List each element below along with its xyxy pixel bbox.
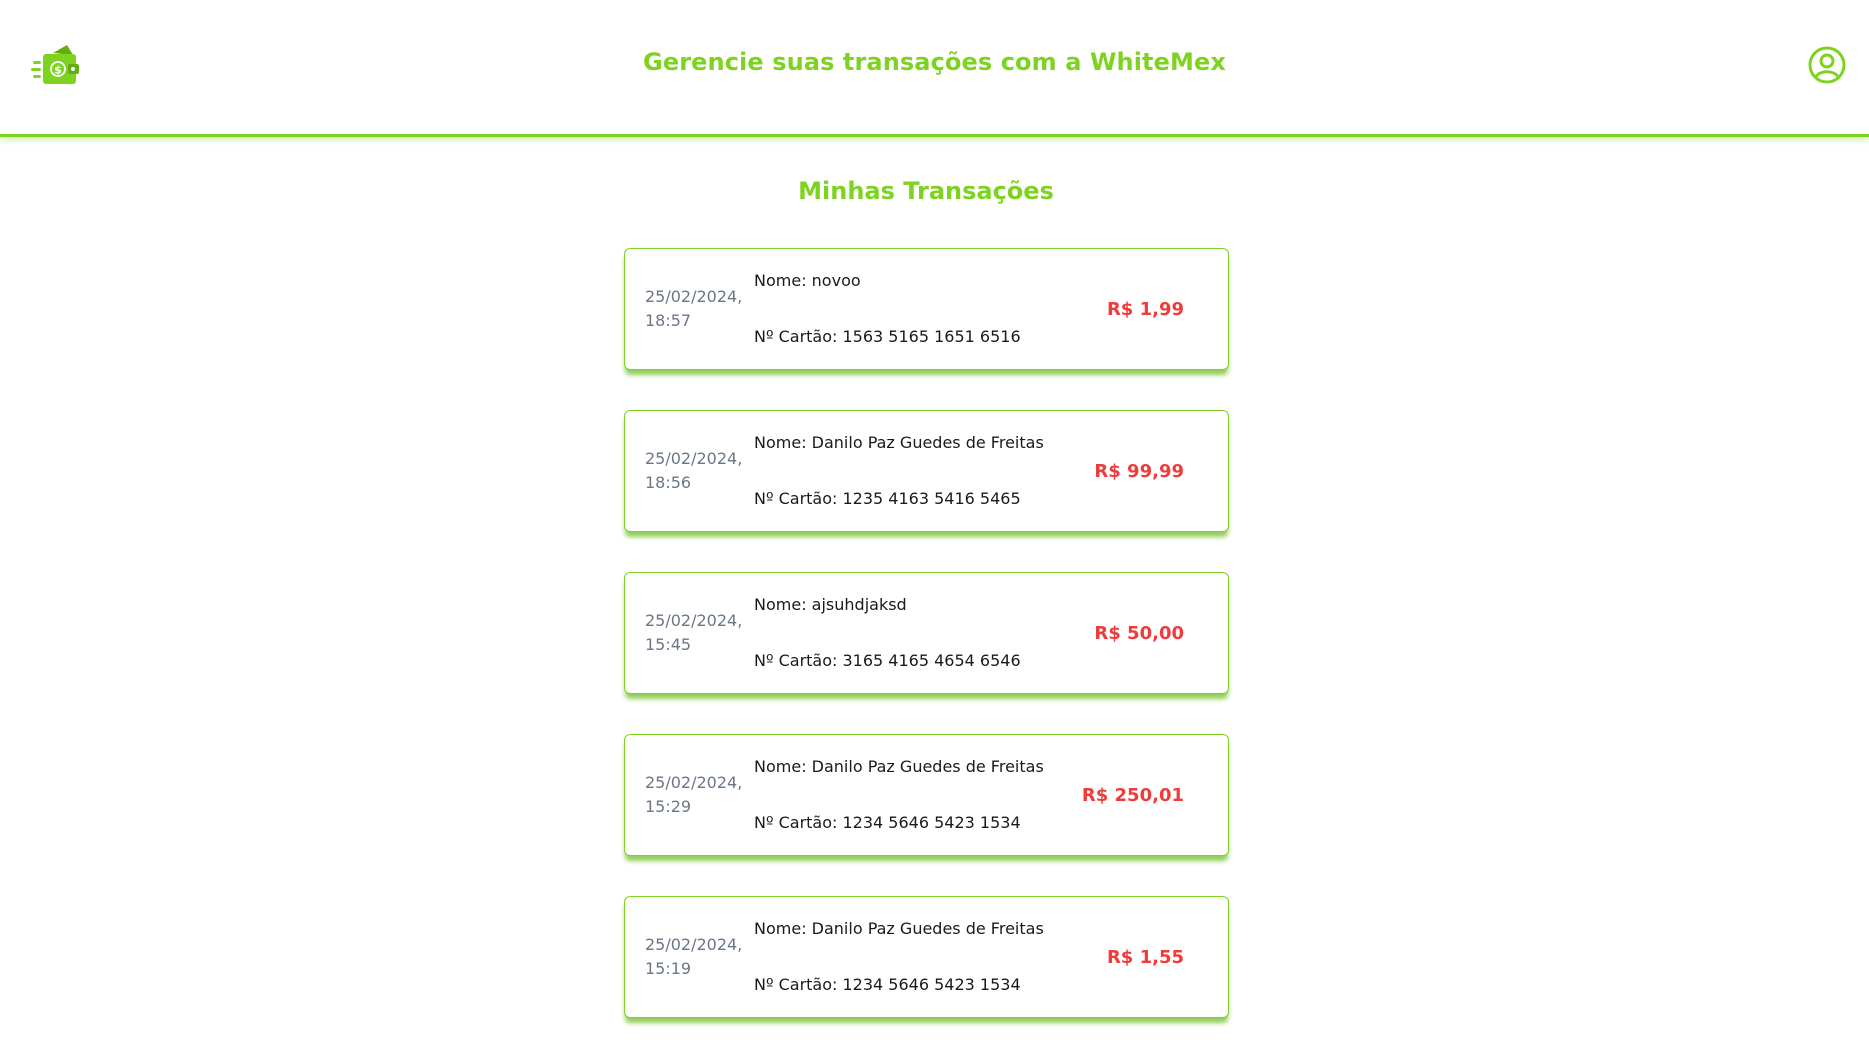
transaction-date: 25/02/2024, 15:29	[645, 771, 745, 819]
transaction-date-day: 25/02/2024,	[645, 935, 743, 954]
transaction-date-day: 25/02/2024,	[645, 287, 743, 306]
transaction-card-number: Nº Cartão: 1234 5646 5423 1534	[754, 975, 1021, 994]
transaction-card-number: Nº Cartão: 1563 5165 1651 6516	[754, 327, 1021, 346]
transaction-date-time: 18:56	[645, 473, 692, 492]
transaction-date: 25/02/2024, 15:45	[645, 609, 745, 657]
transaction-date-time: 15:19	[645, 959, 692, 978]
transaction-card[interactable]: 25/02/2024, 15:19 Nome: Danilo Paz Guede…	[624, 896, 1229, 1018]
transaction-card[interactable]: 25/02/2024, 18:56 Nome: Danilo Paz Guede…	[624, 410, 1229, 532]
transaction-amount: R$ 250,01	[1081, 785, 1184, 806]
transaction-date: 25/02/2024, 18:56	[645, 447, 745, 495]
transaction-card[interactable]: 25/02/2024, 15:45 Nome: ajsuhdjaksd Nº C…	[624, 572, 1229, 694]
transaction-amount: R$ 1,99	[1106, 299, 1184, 320]
transaction-list: 25/02/2024, 18:57 Nome: novoo Nº Cartão:…	[624, 248, 1229, 1058]
transaction-name: Nome: Danilo Paz Guedes de Freitas	[754, 757, 1044, 776]
page-title: Minhas Transações	[798, 177, 1054, 205]
transaction-date-day: 25/02/2024,	[645, 773, 743, 792]
transaction-name: Nome: Danilo Paz Guedes de Freitas	[754, 433, 1044, 452]
transaction-card-number: Nº Cartão: 1234 5646 5423 1534	[754, 813, 1021, 832]
transaction-amount: R$ 50,00	[1094, 623, 1184, 644]
transaction-name: Nome: novoo	[754, 271, 861, 290]
transaction-name: Nome: Danilo Paz Guedes de Freitas	[754, 919, 1044, 938]
header-title: Gerencie suas transações com a WhiteMex	[643, 48, 1226, 76]
transaction-card[interactable]: 25/02/2024, 15:29 Nome: Danilo Paz Guede…	[624, 734, 1229, 856]
transaction-date-time: 15:45	[645, 635, 692, 654]
transaction-amount: R$ 1,55	[1106, 947, 1184, 968]
transaction-card-number: Nº Cartão: 1235 4163 5416 5465	[754, 489, 1021, 508]
transaction-date: 25/02/2024, 15:19	[645, 933, 745, 981]
transaction-card[interactable]: 25/02/2024, 18:57 Nome: novoo Nº Cartão:…	[624, 248, 1229, 370]
transaction-amount: R$ 99,99	[1094, 461, 1184, 482]
user-circle-icon[interactable]	[1807, 45, 1847, 85]
transaction-date-day: 25/02/2024,	[645, 611, 743, 630]
transaction-name: Nome: ajsuhdjaksd	[754, 595, 907, 614]
app-header: $ Gerencie suas transações com a WhiteMe…	[0, 0, 1869, 137]
transaction-date-time: 18:57	[645, 311, 692, 330]
transaction-date-day: 25/02/2024,	[645, 449, 743, 468]
transaction-date: 25/02/2024, 18:57	[645, 285, 745, 333]
transaction-card-number: Nº Cartão: 3165 4165 4654 6546	[754, 651, 1021, 670]
transaction-date-time: 15:29	[645, 797, 692, 816]
